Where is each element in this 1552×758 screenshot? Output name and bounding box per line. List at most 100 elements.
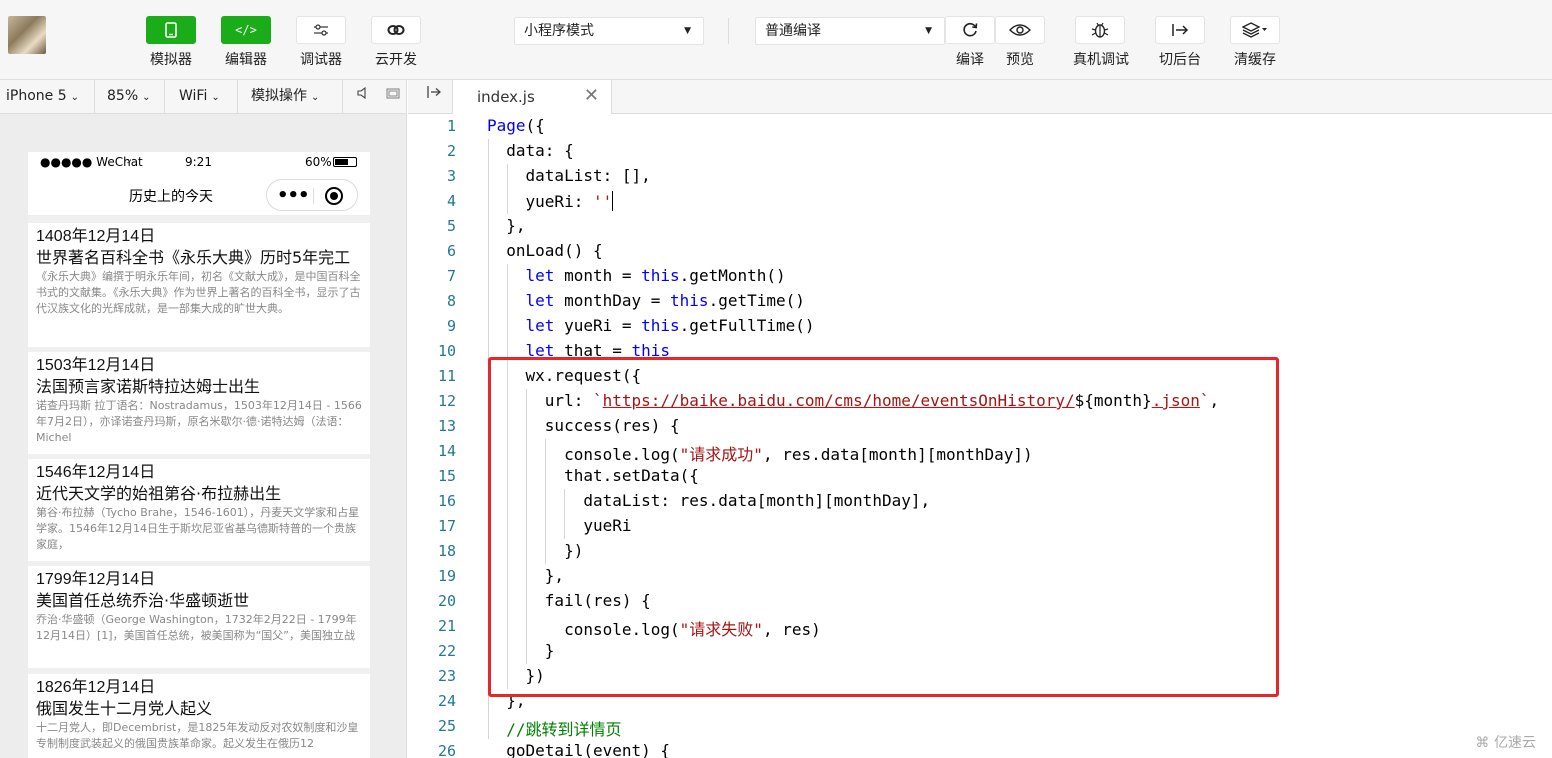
line-number: 5: [446, 217, 456, 235]
zoom-select[interactable]: 85% ⌄: [95, 80, 165, 113]
clear-cache-button[interactable]: 清缓存: [1228, 16, 1282, 69]
event-title: 近代天文学的始祖第谷·布拉赫出生: [36, 484, 282, 503]
line-number: 17: [437, 517, 456, 535]
code-line: Page({: [487, 116, 545, 135]
line-number: 24: [437, 692, 456, 710]
event-date: 1408年12月14日: [36, 228, 156, 245]
switch-background-button[interactable]: 切后台: [1153, 16, 1207, 69]
editor-toggle-button[interactable]: </> 编辑器: [219, 16, 273, 69]
list-item[interactable]: 1503年12月14日 法国预言家诺斯特拉达姆士出生 诺查丹玛斯 拉丁语名：No…: [28, 352, 370, 454]
code-line: onLoad() {: [487, 241, 603, 260]
event-description: 十二月党人，即Decembrist，是1825年发动反对农奴制度和沙皇专制制度武…: [36, 721, 359, 750]
network-value: WiFi: [179, 88, 208, 104]
phone-icon: [146, 16, 196, 44]
event-date: 1799年12月14日: [36, 571, 156, 588]
text-cursor: [612, 191, 614, 211]
window-icon[interactable]: [380, 80, 406, 113]
line-number: 18: [437, 542, 456, 560]
mode-select[interactable]: 小程序模式 ▼: [514, 17, 704, 45]
editor-tab-bar: index.js ✕: [408, 80, 1552, 114]
compile-mode-select[interactable]: 普通编译 ▼: [755, 17, 945, 45]
device-value: iPhone 5: [6, 88, 67, 104]
wifi-icon: ◞: [127, 154, 131, 165]
file-tree-toggle-icon[interactable]: [416, 80, 452, 113]
debug-sliders-icon: [296, 16, 346, 44]
layers-icon: [1230, 16, 1280, 44]
battery-text: 60%: [305, 155, 332, 169]
volume-icon[interactable]: [350, 80, 376, 113]
line-number: 23: [437, 667, 456, 685]
list-item[interactable]: 1408年12月14日 世界著名百科全书《永乐大典》历时5年完工 《永乐大典》编…: [28, 223, 370, 347]
avatar[interactable]: [8, 16, 46, 54]
code-line: yueRi: '': [487, 191, 614, 211]
cloud-dev-button[interactable]: 云开发: [369, 16, 423, 69]
more-dots-icon[interactable]: •••: [277, 185, 310, 206]
line-number: 1: [446, 117, 456, 135]
battery-icon: [333, 157, 357, 167]
chevron-down-icon: ⌄: [70, 92, 80, 103]
simulator-toggle-button[interactable]: 模拟器: [144, 16, 198, 69]
line-number: 13: [437, 417, 456, 435]
simulate-operation-select[interactable]: 模拟操作 ⌄: [238, 80, 343, 113]
cloud-link-icon: [371, 16, 421, 44]
list-item[interactable]: 1799年12月14日 美国首任总统乔治·华盛顿逝世 乔治·华盛顿（George…: [28, 566, 370, 668]
capsule-menu[interactable]: •••: [266, 179, 358, 211]
line-number: 25: [437, 717, 456, 735]
code-icon: </>: [221, 16, 271, 44]
simulator-toolbar: iPhone 5 ⌄ 85% ⌄ WiFi ⌄ 模拟操作 ⌄: [0, 80, 407, 114]
zoom-value: 85%: [107, 88, 139, 104]
bug-icon: [1075, 16, 1125, 44]
tab-index-js[interactable]: index.js ✕: [452, 80, 612, 114]
code-line: data: {: [487, 141, 574, 160]
line-number: 2: [446, 142, 456, 160]
code-line: goDetail(event) {: [487, 741, 671, 758]
device-select[interactable]: iPhone 5 ⌄: [0, 80, 95, 113]
top-toolbar: 模拟器 </> 编辑器 调试器 云开发 小程序模式 ▼ 普通编译 ▼ 编译 预览: [0, 0, 1552, 80]
toolbar-divider: [728, 18, 729, 44]
simulator-label: 模拟器: [150, 52, 192, 68]
phone-screen: ●●●●● WeChat ◞ 9:21 60% 历史上的今天 ••• 1408年…: [28, 152, 370, 758]
code-line: },: [487, 216, 526, 235]
preview-button[interactable]: 预览: [993, 16, 1047, 69]
code-line: dataList: [],: [487, 166, 651, 185]
line-number: 19: [437, 567, 456, 585]
preview-label: 预览: [1006, 52, 1034, 68]
cloud-dev-label: 云开发: [375, 52, 417, 68]
line-number: 16: [437, 492, 456, 510]
debugger-toggle-button[interactable]: 调试器: [294, 16, 348, 69]
list-item[interactable]: 1826年12月14日 俄国发生十二月党人起义 十二月党人，即Decembris…: [28, 674, 370, 758]
dropdown-caret-icon: ▼: [684, 26, 691, 36]
chevron-down-icon: ⌄: [211, 92, 220, 103]
switch-background-icon: [1155, 16, 1205, 44]
list-item[interactable]: 1546年12月14日 近代天文学的始祖第谷·布拉赫出生 第谷·布拉赫（Tych…: [28, 459, 370, 561]
line-number: 9: [446, 317, 456, 335]
watermark-text: 亿速云: [1494, 735, 1536, 751]
line-number: 7: [446, 267, 456, 285]
network-select[interactable]: WiFi ⌄: [165, 80, 238, 113]
line-number: 14: [437, 442, 456, 460]
compile-mode-value: 普通编译: [765, 23, 821, 39]
event-date: 1503年12月14日: [36, 357, 156, 374]
line-number: 6: [446, 242, 456, 260]
remote-debug-button[interactable]: 真机调试: [1073, 16, 1129, 69]
chevron-down-icon: ⌄: [311, 92, 320, 103]
event-title: 法国预言家诺斯特拉达姆士出生: [36, 377, 261, 396]
line-number: 12: [437, 392, 456, 410]
phone-nav-bar: 历史上的今天 •••: [28, 172, 370, 216]
compile-label: 编译: [956, 52, 984, 68]
line-number: 10: [437, 342, 456, 360]
line-number: 22: [437, 642, 456, 660]
close-icon[interactable]: ✕: [584, 85, 599, 106]
phone-status-bar: ●●●●● WeChat ◞ 9:21 60%: [28, 152, 370, 172]
watermark: ⌘ 亿速云: [1476, 732, 1536, 752]
close-miniprogram-icon[interactable]: [325, 187, 343, 205]
refresh-icon: [945, 16, 995, 44]
chevron-down-icon: ⌄: [142, 92, 151, 103]
simulator-panel: ●●●●● WeChat ◞ 9:21 60% 历史上的今天 ••• 1408年…: [0, 114, 407, 758]
mode-select-value: 小程序模式: [524, 23, 594, 39]
simulate-operation-value: 模拟操作: [251, 88, 307, 104]
line-number: 3: [446, 167, 456, 185]
compile-button[interactable]: 编译: [943, 16, 997, 69]
switch-background-label: 切后台: [1159, 52, 1201, 68]
tab-label: index.js: [477, 88, 535, 106]
